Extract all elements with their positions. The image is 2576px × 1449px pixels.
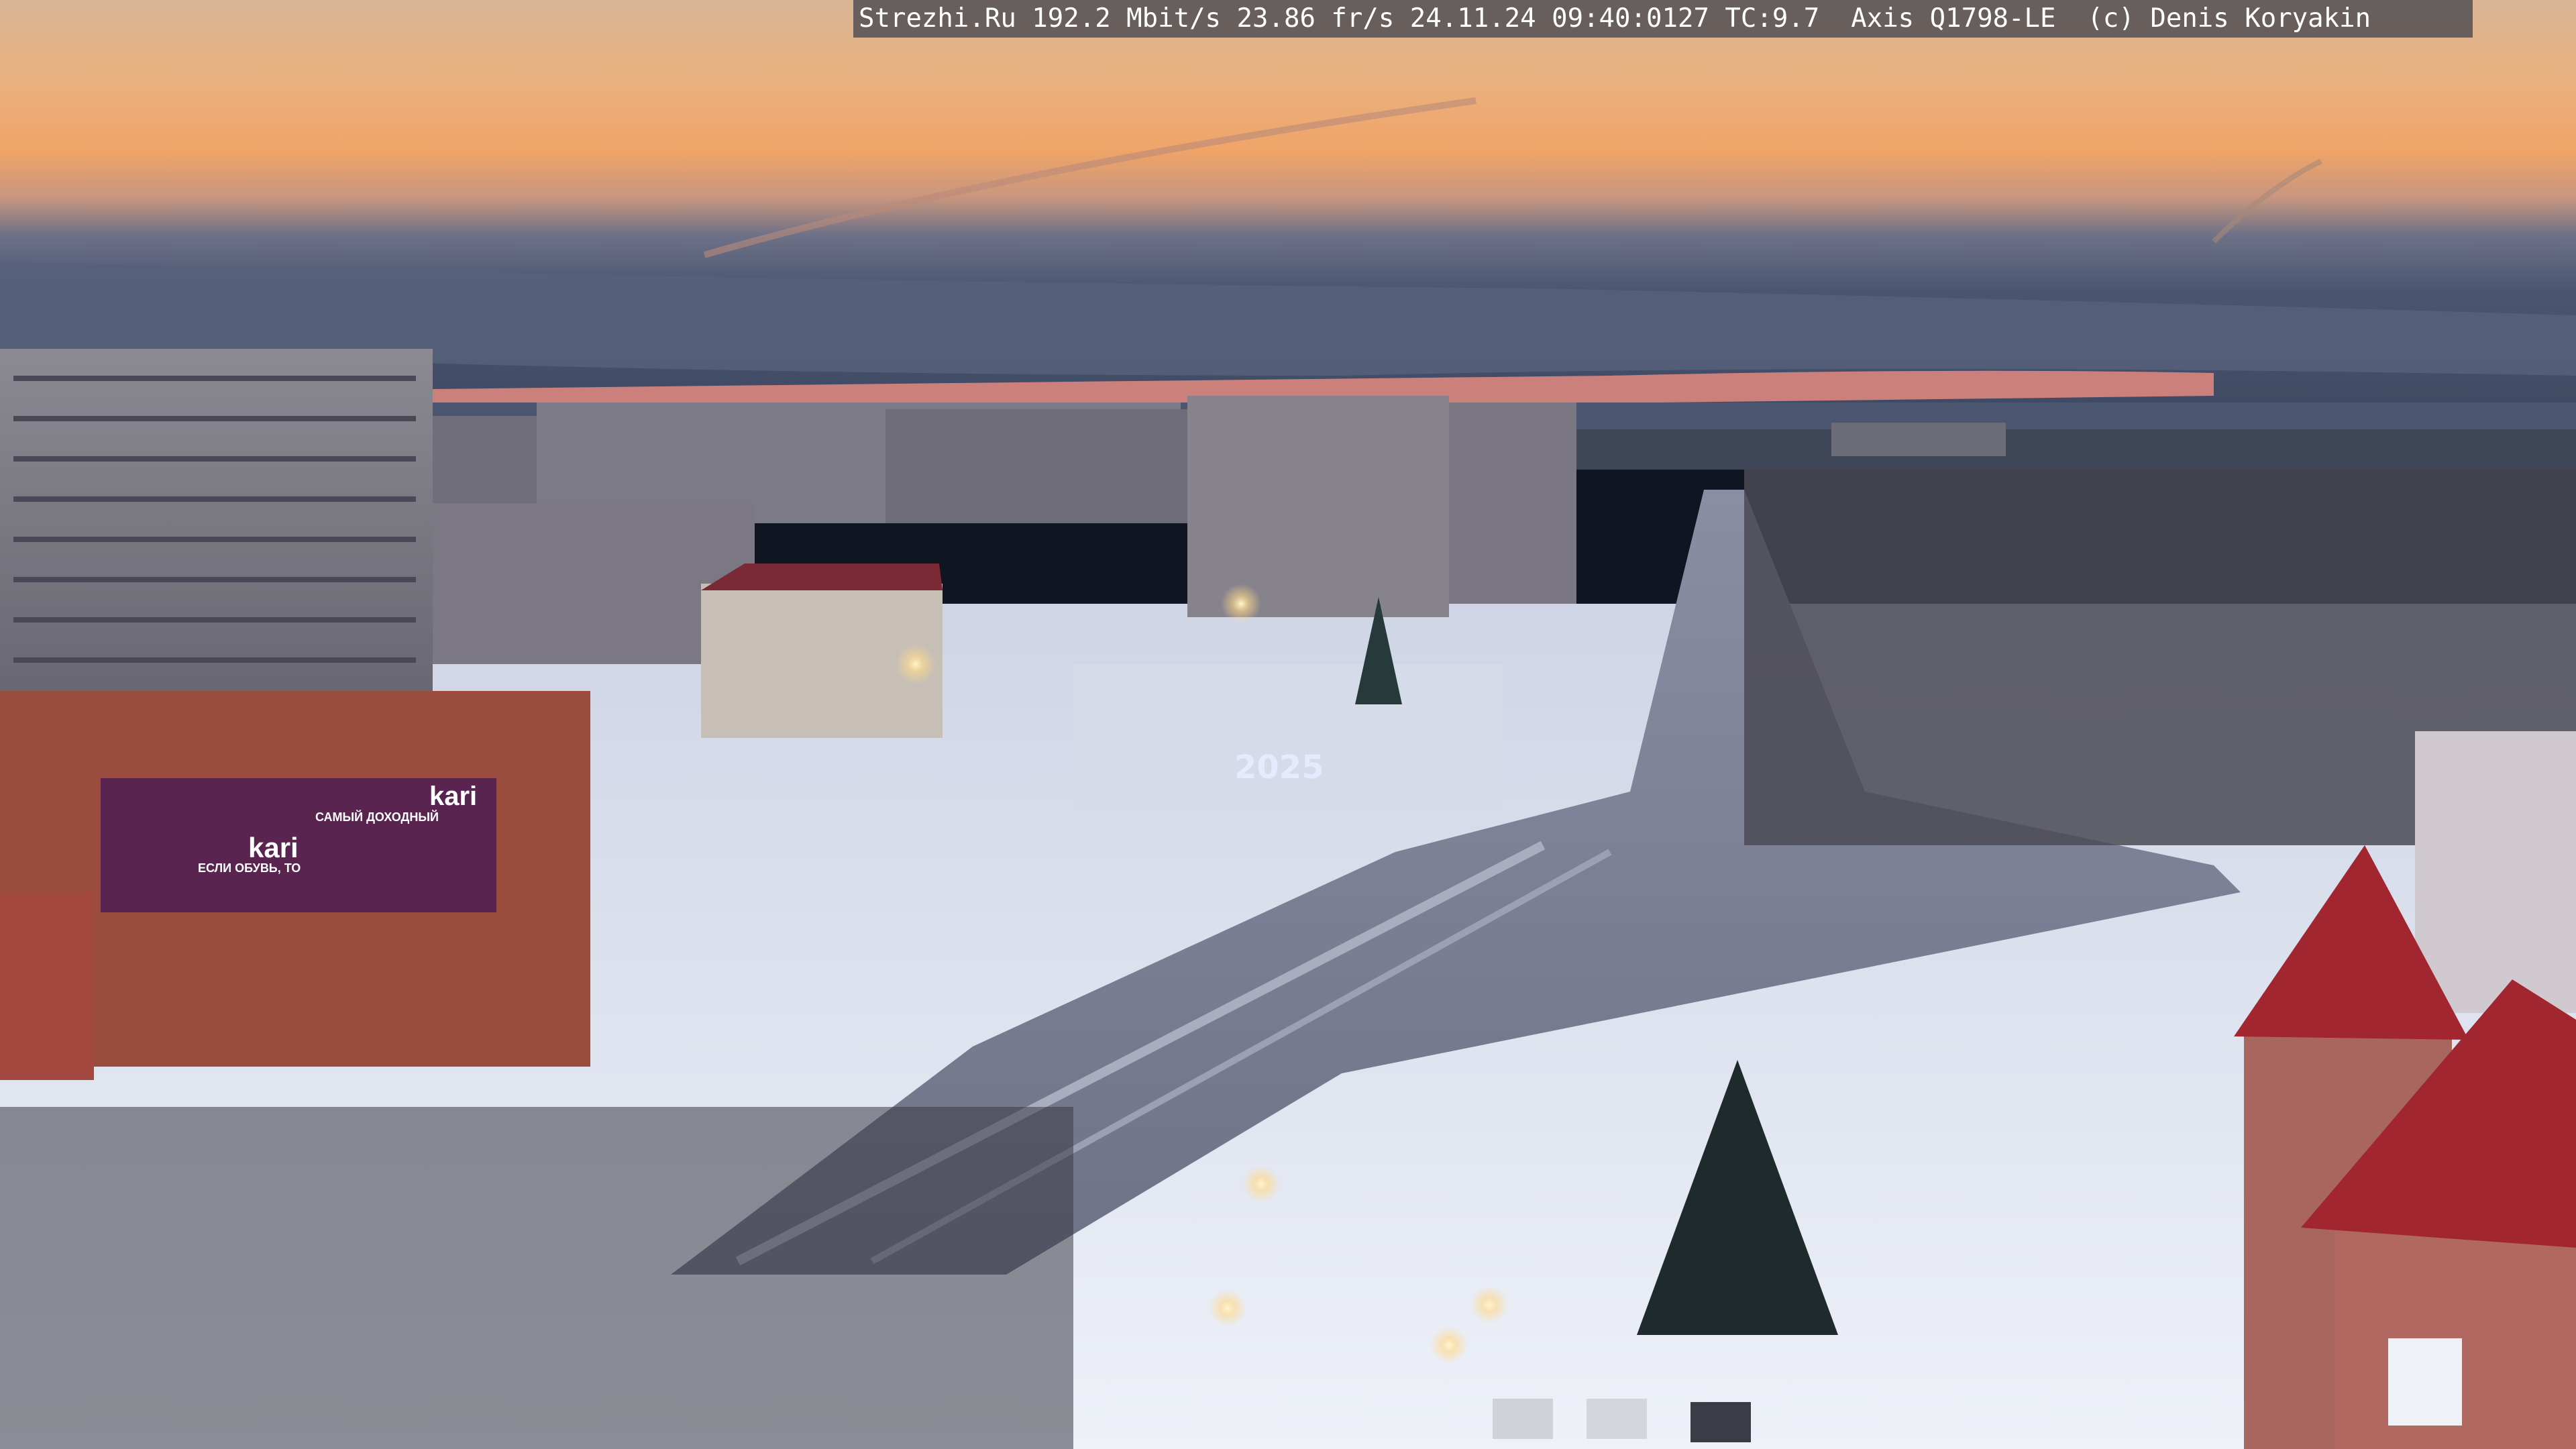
parked-car <box>1493 1399 1553 1439</box>
street-lamp <box>896 644 936 684</box>
bare-trees <box>0 1107 1073 1449</box>
camera-caption-overlay: Strezhi.Ru 192.2 Mbit/s 23.86 fr/s 24.11… <box>853 0 2473 38</box>
distant-forest <box>1576 429 2576 470</box>
parked-car <box>1690 1402 1751 1442</box>
street-lamp <box>1221 584 1261 624</box>
store-banner-sign: ЕСЛИ ОБУВЬ, ТО <box>198 861 301 875</box>
street-lamp <box>1470 1286 1508 1324</box>
street-lamp <box>1242 1165 1280 1203</box>
apartment-tower <box>1187 396 1449 617</box>
apartment-block-right <box>1831 423 2006 456</box>
parked-car <box>1587 1399 1647 1439</box>
store-brand-sign-2: kari <box>248 832 299 863</box>
apartment-block-far <box>885 409 1194 523</box>
street-lamp <box>1209 1289 1246 1327</box>
store-slogan-sign: САМЫЙ ДОХОДНЫЙ <box>315 810 439 824</box>
apartment-tower <box>1449 402 1576 604</box>
store-lower-wall <box>0 892 94 1080</box>
building-right <box>2415 731 2576 1013</box>
tower-window <box>2388 1338 2462 1426</box>
city-webcam-scene: kari kari САМЫЙ ДОХОДНЫЙ ЕСЛИ ОБУВЬ, ТО … <box>0 0 2576 1449</box>
holiday-number: 2025 <box>1234 749 1324 786</box>
town-square <box>1073 664 1503 812</box>
store-brand-sign: kari <box>429 782 477 811</box>
street-lamp <box>1430 1326 1468 1364</box>
